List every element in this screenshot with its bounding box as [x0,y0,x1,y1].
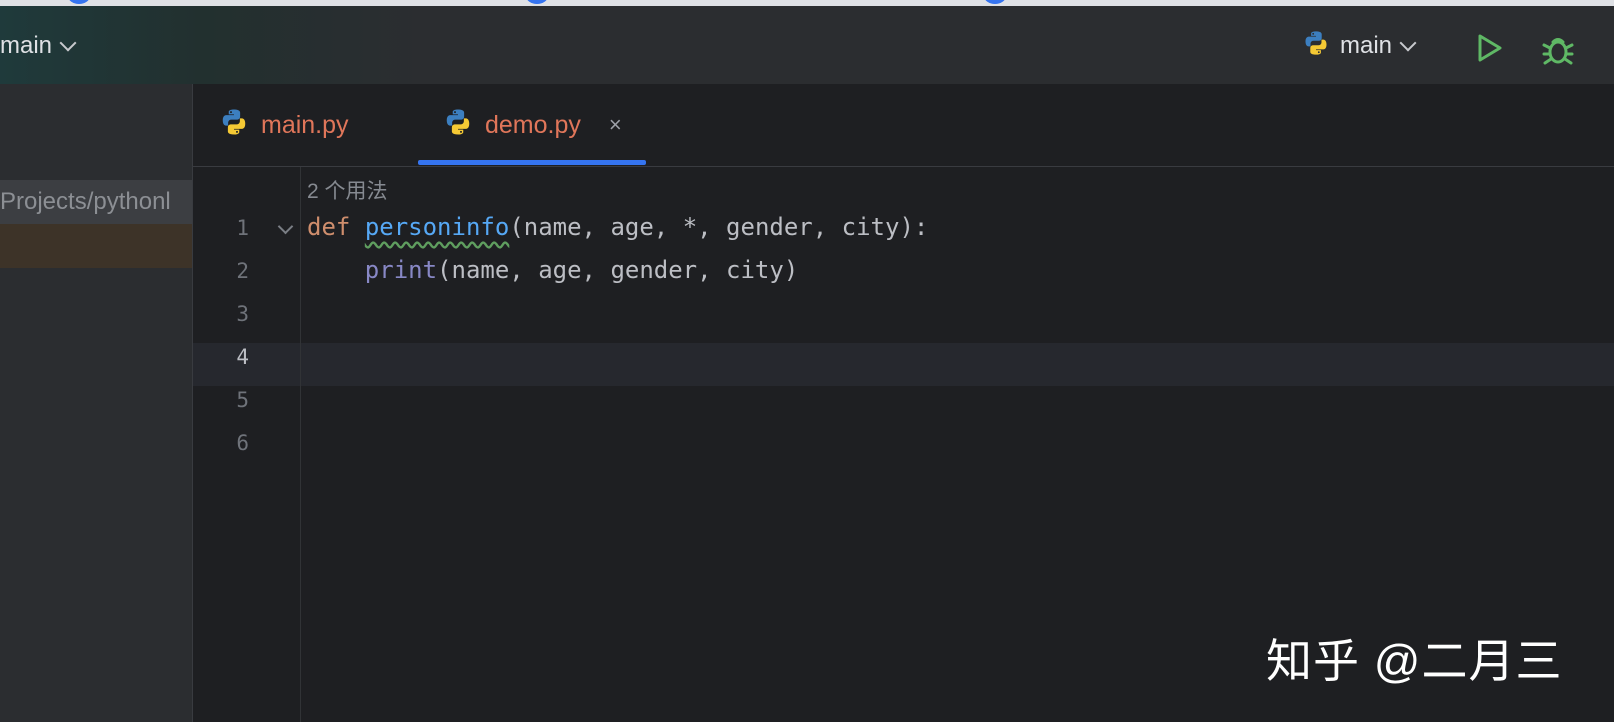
line-number-current: 4 [236,345,249,369]
chevron-down-icon [1399,34,1417,52]
line-number: 3 [236,302,249,326]
project-root-row[interactable]: Projects/pythonl [0,180,192,224]
debug-button[interactable] [1538,30,1578,70]
function-name: personinfo [364,213,510,241]
chevron-down-icon [59,34,77,52]
active-tab-indicator [418,160,646,165]
line-number: 6 [236,431,249,455]
window-tab-peek [526,0,548,4]
watermark: 知乎 @二月三 [1266,635,1563,687]
tab-demo-py[interactable]: demo.py × [443,84,622,166]
debug-icon [1542,38,1574,65]
branch-label: main [0,32,53,59]
line-number: 1 [236,216,249,240]
python-icon [1302,29,1330,64]
project-selected-row[interactable] [0,224,192,268]
editor-tab-bar: main.py demo.py × [193,84,1614,167]
python-icon [219,107,249,144]
main-toolbar: main main [0,6,1614,84]
usages-inlay-hint[interactable]: 2 个用法 [307,175,388,205]
window-tab-peek [68,0,90,4]
gutter-separator [300,167,301,722]
line-number: 5 [236,388,249,412]
tab-main-py[interactable]: main.py [219,84,349,166]
fold-icon[interactable] [277,218,294,235]
project-path-label: Projects/pythonl [0,188,171,215]
project-tool-window: Projects/pythonl [0,84,193,722]
tab-label: main.py [261,110,349,139]
code-line[interactable]: print(name, age, gender, city) [307,256,798,284]
run-button[interactable] [1472,30,1508,66]
python-icon [443,107,473,144]
keyword-def: def [307,213,351,241]
line-number: 2 [236,259,249,283]
run-icon [1478,34,1502,62]
run-configuration-selector[interactable]: main [1302,29,1417,64]
builtin-print: print [364,256,438,284]
tab-label: demo.py [485,110,581,139]
branch-selector[interactable]: main [0,30,77,62]
call-arguments: (name, age, gender, city) [437,256,799,284]
function-signature: (name, age, *, gender, city): [509,213,929,241]
code-line[interactable]: def personinfo(name, age, *, gender, cit… [307,213,928,241]
run-config-label: main [1340,32,1393,59]
current-line-highlight [193,343,1614,386]
close-icon[interactable]: × [609,112,622,138]
window-tab-peek [984,0,1006,4]
